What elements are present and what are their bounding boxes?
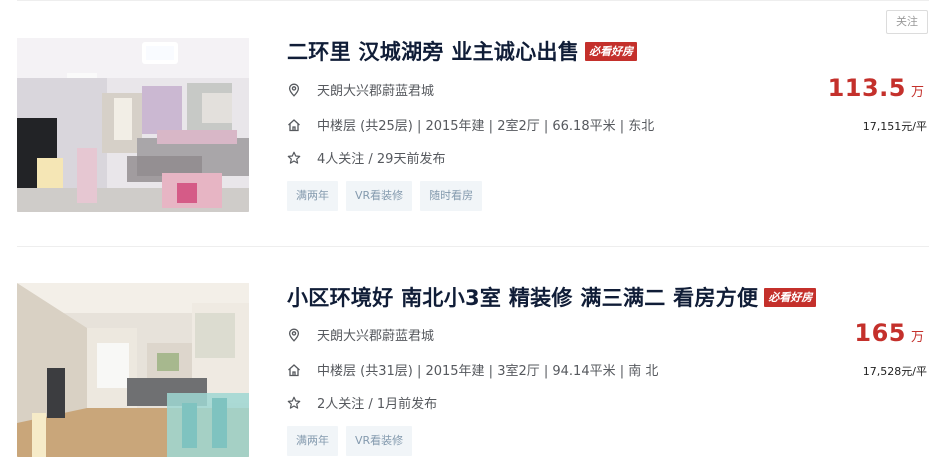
star-icon [287, 396, 301, 410]
community-row: 天朗大兴郡蔚蓝君城 [287, 325, 434, 344]
follow-info: 4人关注 / 29天前发布 [317, 152, 446, 167]
price-unit: 万 [910, 85, 924, 100]
total-price: 165 万 [854, 319, 924, 347]
listing-title-row: 二环里 汉城湖旁 业主诚心出售 必看好房 [287, 36, 638, 66]
must-see-badge: 必看好房 [764, 287, 817, 307]
total-price: 113.5 万 [828, 74, 924, 102]
price-value: 165 [854, 319, 906, 347]
follow-info-row: 2人关注 / 1月前发布 [287, 393, 437, 412]
price-unit: 万 [910, 330, 924, 345]
tag: 满两年 [287, 426, 338, 456]
community-name[interactable]: 天朗大兴郡蔚蓝君城 [317, 325, 434, 344]
location-icon [287, 328, 301, 342]
house-info: 中楼层 (共25层) | 2015年建 | 2室2厅 | 66.18平米 | 东… [317, 119, 655, 134]
follow-info-row: 4人关注 / 29天前发布 [287, 148, 445, 167]
listing-photo[interactable] [17, 38, 249, 212]
unit-price: 17,151元/平 [862, 120, 927, 133]
listing-photo[interactable] [17, 283, 249, 457]
tag: 随时看房 [420, 181, 483, 211]
listing-card[interactable]: 二环里 汉城湖旁 业主诚心出售 必看好房 天朗大兴郡蔚蓝君城 中楼层 (共25层… [0, 0, 950, 240]
house-icon [287, 118, 301, 132]
tag: VR看装修 [346, 426, 413, 456]
follow-info: 2人关注 / 1月前发布 [317, 397, 438, 412]
house-info-row: 中楼层 (共31层) | 2015年建 | 3室2厅 | 94.14平米 | 南… [287, 360, 658, 379]
must-see-badge: 必看好房 [585, 41, 638, 61]
listing-card[interactable]: 小区环境好 南北小3室 精装修 满三满二 看房方便 必看好房 天朗大兴郡蔚蓝君城… [0, 247, 950, 473]
tag: 满两年 [287, 181, 338, 211]
house-info: 中楼层 (共31层) | 2015年建 | 3室2厅 | 94.14平米 | 南… [317, 364, 659, 379]
listing-title[interactable]: 二环里 汉城湖旁 业主诚心出售 [287, 36, 579, 66]
listing-title-row: 小区环境好 南北小3室 精装修 满三满二 看房方便 必看好房 [287, 282, 817, 312]
house-icon [287, 363, 301, 377]
unit-price: 17,528元/平 [862, 365, 927, 378]
tag: VR看装修 [346, 181, 413, 211]
house-info-row: 中楼层 (共25层) | 2015年建 | 2室2厅 | 66.18平米 | 东… [287, 115, 654, 134]
location-icon [287, 83, 301, 97]
tag-list: 满两年 VR看装修 随时看房 [287, 181, 490, 211]
listing-title[interactable]: 小区环境好 南北小3室 精装修 满三满二 看房方便 [287, 282, 758, 312]
price-value: 113.5 [827, 74, 906, 102]
star-icon [287, 151, 301, 165]
tag-list: 满两年 VR看装修 [287, 426, 420, 456]
community-row: 天朗大兴郡蔚蓝君城 [287, 80, 434, 99]
community-name[interactable]: 天朗大兴郡蔚蓝君城 [317, 80, 434, 99]
